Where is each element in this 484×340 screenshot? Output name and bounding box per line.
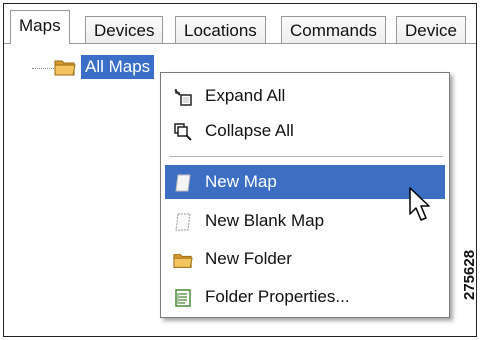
menu-item-label: Folder Properties... [205, 287, 350, 306]
menu-item-new-blank-map[interactable]: New Blank Map [165, 204, 445, 238]
mouse-pointer-icon [409, 187, 430, 221]
tab-underline [4, 43, 476, 44]
context-menu: Expand All Collapse All New Map New Blan… [160, 72, 450, 318]
application-window: Maps Devices Locations Commands Device A… [0, 0, 477, 340]
expand-all-icon [174, 89, 192, 106]
menu-item-label: New Map [205, 172, 277, 191]
tab-device[interactable]: Device [396, 16, 466, 44]
tree-connector [32, 68, 54, 69]
tab-commands[interactable]: Commands [281, 16, 386, 44]
tab-bar: Maps Devices Locations Commands Device [4, 4, 476, 44]
menu-item-collapse-all[interactable]: Collapse All [165, 114, 445, 148]
folder-icon [173, 254, 193, 268]
figure-id: 275628 [461, 249, 478, 300]
tab-locations[interactable]: Locations [175, 16, 266, 44]
menu-item-label: Expand All [205, 86, 286, 105]
new-blank-map-icon [175, 213, 191, 231]
menu-item-label: New Folder [205, 249, 292, 268]
folder-properties-icon [175, 289, 191, 307]
tab-devices[interactable]: Devices [85, 16, 164, 44]
menu-item-new-folder[interactable]: New Folder [165, 242, 445, 276]
menu-item-label: New Blank Map [205, 211, 325, 230]
new-map-icon [175, 174, 191, 192]
tree-node-all-maps[interactable]: All Maps [81, 55, 155, 79]
folder-icon[interactable] [54, 58, 76, 76]
menu-separator [169, 156, 443, 157]
tab-maps[interactable]: Maps [10, 10, 70, 44]
menu-item-expand-all[interactable]: Expand All [165, 79, 445, 113]
menu-item-label: Collapse All [205, 121, 294, 140]
menu-item-folder-properties[interactable]: Folder Properties... [165, 280, 445, 314]
menu-item-new-map[interactable]: New Map [165, 165, 445, 199]
collapse-all-icon [174, 123, 192, 141]
